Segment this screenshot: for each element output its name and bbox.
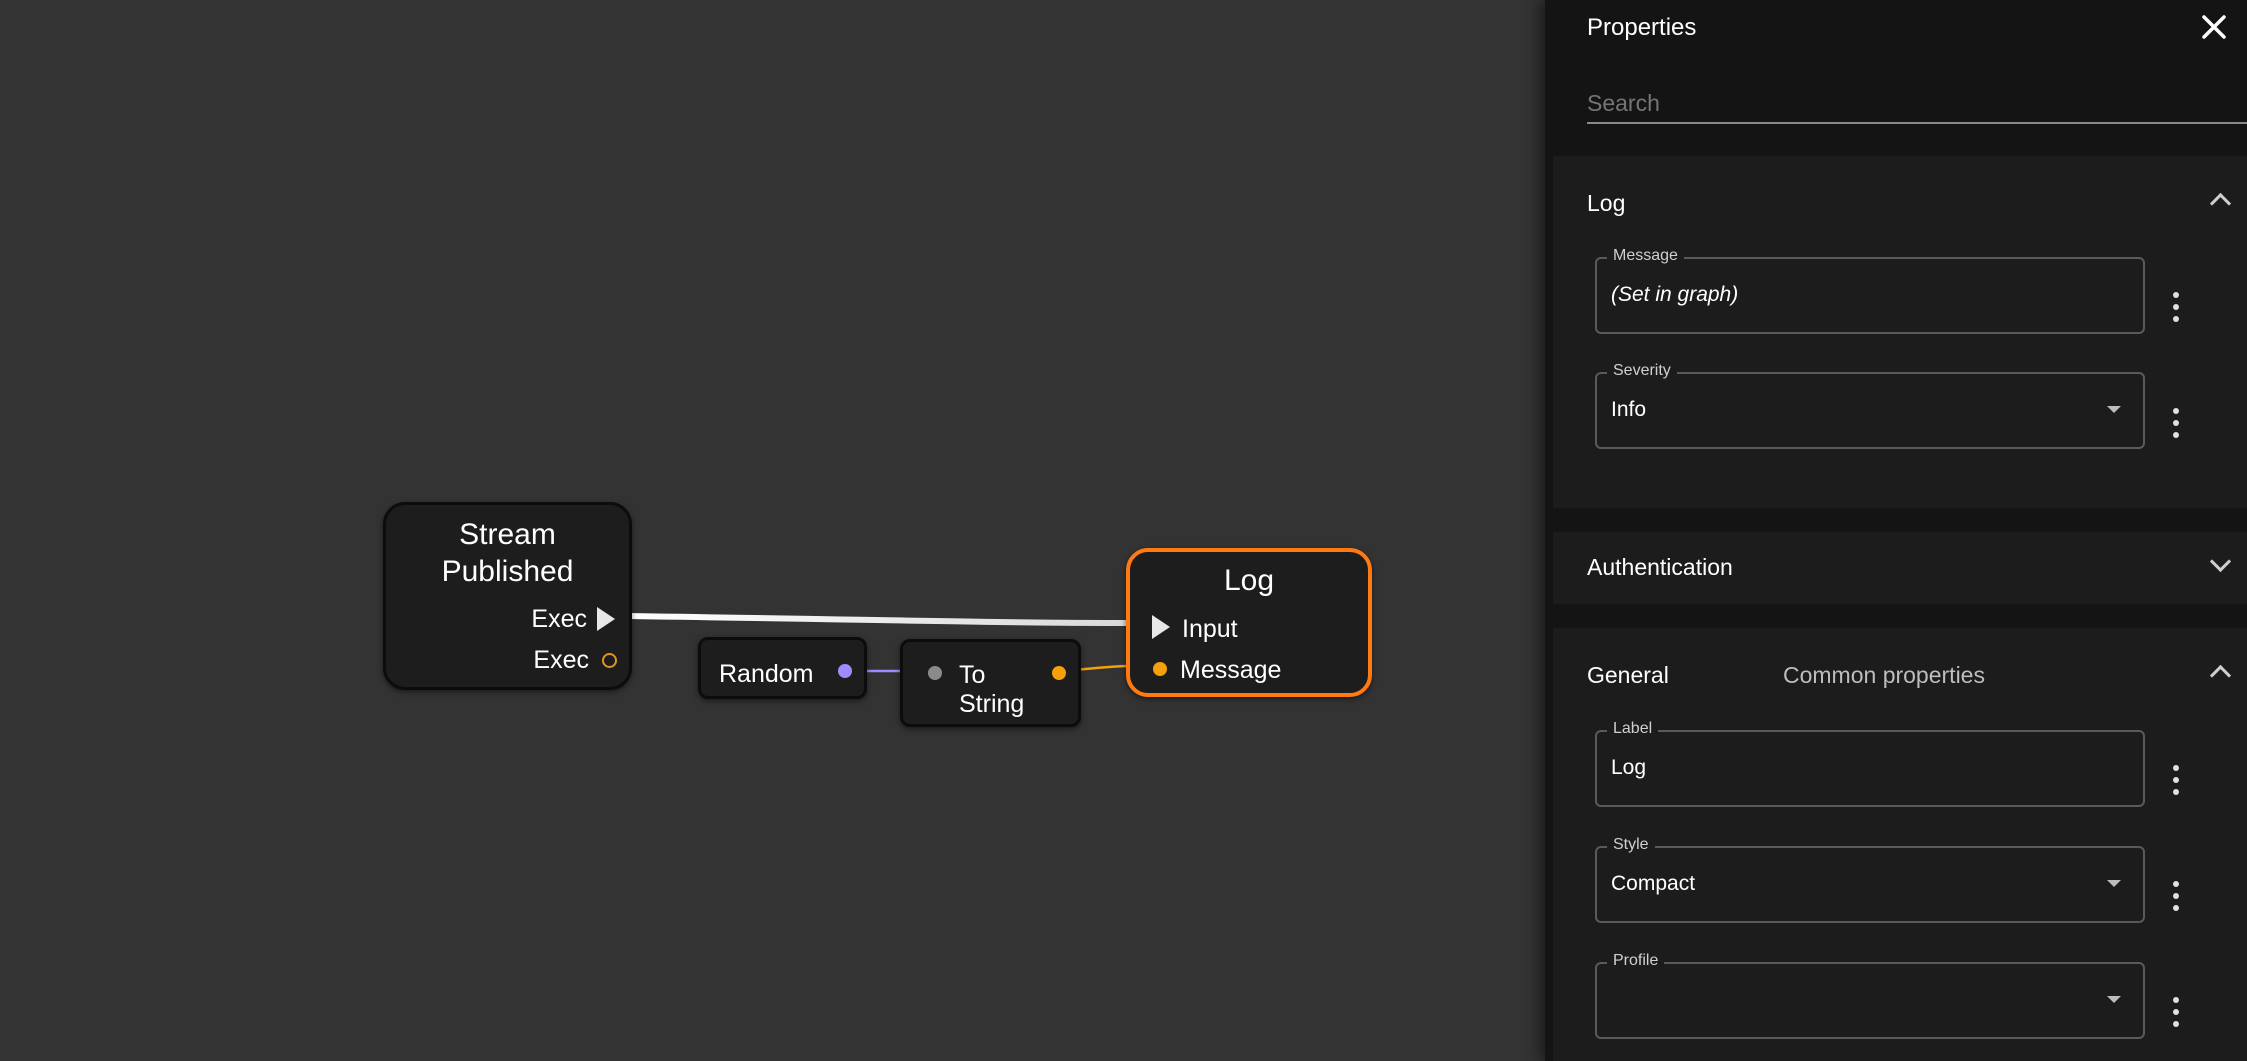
- severity-field-value: Info: [1611, 398, 1647, 421]
- label-field-value: Log: [1611, 756, 1647, 779]
- style-more-icon[interactable]: [2173, 881, 2179, 911]
- log-input-label: Input: [1182, 615, 1238, 643]
- severity-more-icon[interactable]: [2173, 408, 2179, 438]
- exec-out-pin[interactable]: [597, 607, 615, 631]
- collapse-chevron-icon[interactable]: [2209, 664, 2232, 687]
- log-node-title: Log: [1223, 564, 1275, 597]
- general-section: General Common properties Label Log Styl…: [1553, 628, 2247, 1061]
- dropdown-caret-icon: [2107, 996, 2121, 1003]
- exec-ring-pin[interactable]: [602, 653, 617, 668]
- graph-wires: [629, 613, 1136, 673]
- log-section: Log Message (Set in graph) Severity Info: [1553, 156, 2247, 508]
- collapse-chevron-icon[interactable]: [2209, 192, 2232, 215]
- to-string-output-pin[interactable]: [1052, 666, 1066, 680]
- style-select[interactable]: Style Compact: [1595, 836, 2145, 923]
- node-title-line2: Published: [441, 555, 574, 588]
- profile-more-icon[interactable]: [2173, 997, 2179, 1027]
- message-field-value: (Set in graph): [1611, 283, 1739, 306]
- severity-select[interactable]: Severity Info: [1595, 362, 2145, 449]
- authentication-section[interactable]: Authentication: [1553, 532, 2247, 604]
- profile-select[interactable]: Profile: [1595, 952, 2145, 1039]
- random-node[interactable]: Random: [698, 637, 867, 699]
- profile-field-label: Profile: [1607, 952, 1665, 970]
- message-field-label: Message: [1607, 247, 1684, 265]
- log-section-title: Log: [1587, 190, 1626, 216]
- stream-published-node[interactable]: Stream Published Exec Exec: [383, 502, 632, 690]
- to-string-title-line1: To: [959, 661, 986, 689]
- dropdown-caret-icon: [2107, 406, 2121, 413]
- style-field-value: Compact: [1611, 872, 1696, 895]
- dropdown-caret-icon: [2107, 880, 2121, 887]
- panel-title: Properties: [1587, 14, 1697, 41]
- label-more-icon[interactable]: [2173, 765, 2179, 795]
- random-output-pin[interactable]: [838, 664, 852, 678]
- general-section-title: General: [1587, 662, 1669, 688]
- log-input-pin[interactable]: [1152, 615, 1170, 639]
- to-string-input-pin[interactable]: [928, 666, 942, 680]
- properties-panel: Properties Log Message (Set in graph) Se…: [1545, 0, 2247, 1061]
- search-input[interactable]: [1587, 84, 2247, 124]
- style-field-label: Style: [1607, 836, 1655, 854]
- label-field[interactable]: Label Log: [1595, 720, 2145, 807]
- close-icon[interactable]: [2201, 14, 2227, 40]
- to-string-node[interactable]: To String: [900, 639, 1081, 727]
- authentication-section-title: Authentication: [1587, 554, 1733, 580]
- expand-chevron-icon[interactable]: [2209, 550, 2232, 573]
- graph-canvas[interactable]: Stream Published Exec Exec Random To Str…: [0, 0, 1545, 1061]
- log-message-label: Message: [1180, 656, 1282, 684]
- random-node-title: Random: [719, 660, 814, 688]
- log-message-pin[interactable]: [1153, 662, 1167, 676]
- exec-wire: [629, 613, 1136, 626]
- message-more-icon[interactable]: [2173, 292, 2179, 322]
- log-node[interactable]: Log Input Message: [1126, 548, 1372, 697]
- general-section-subtitle: Common properties: [1783, 662, 1985, 688]
- node-title-line1: Stream: [459, 518, 556, 551]
- message-field[interactable]: Message (Set in graph): [1595, 247, 2145, 334]
- exec-out-label: Exec: [531, 605, 587, 633]
- to-string-title-line2: String: [959, 690, 1025, 718]
- exec-ring-label: Exec: [533, 646, 589, 674]
- label-field-label: Label: [1607, 720, 1659, 738]
- severity-field-label: Severity: [1607, 362, 1677, 380]
